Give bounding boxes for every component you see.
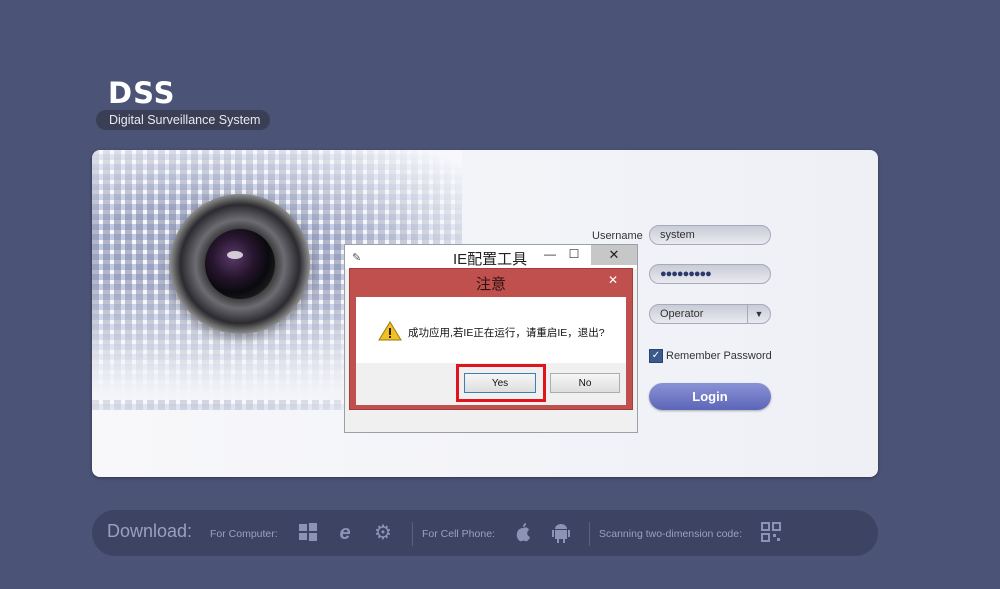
dialog-title: 注意	[475, 276, 506, 293]
subtitle: Digital Surveillance System	[96, 110, 271, 130]
password-input[interactable]: ●●●●●●●●●	[649, 264, 771, 284]
username-label: Username	[592, 230, 643, 242]
role-select[interactable]: Operator ▼	[649, 304, 771, 324]
for-cell-phone-label: For Cell Phone:	[422, 528, 495, 540]
highlight-box	[456, 364, 546, 402]
apple-icon[interactable]	[512, 522, 534, 544]
chevron-down-icon[interactable]: ▼	[747, 305, 770, 323]
role-select-value: Operator	[660, 308, 704, 320]
scan-code-label: Scanning two-dimension code:	[599, 528, 743, 540]
warning-icon	[378, 321, 402, 341]
no-button[interactable]: No	[550, 373, 620, 393]
dialog-message: 成功应用,若IE正在运行，请重启IE，退出?	[408, 327, 605, 339]
maximize-button[interactable]: ☐	[563, 247, 585, 261]
download-title: Download:	[107, 521, 193, 541]
window-close-button[interactable]: ✕	[591, 245, 637, 265]
login-button[interactable]: Login	[649, 383, 771, 410]
remember-password-label: Remember Password	[666, 350, 772, 362]
remember-password-checkbox[interactable]: ✓	[649, 349, 663, 363]
windows-icon[interactable]	[297, 522, 319, 544]
lens-glint	[227, 251, 243, 259]
ie-icon[interactable]: e	[334, 522, 356, 544]
android-icon[interactable]	[550, 522, 572, 544]
divider	[412, 522, 413, 546]
gear-icon[interactable]: ⚙	[372, 522, 394, 544]
ie-config-title: IE配置工具	[453, 251, 528, 268]
logo: DSS	[108, 76, 176, 110]
dialog-close-button[interactable]: ✕	[608, 273, 618, 287]
for-computer-label: For Computer:	[210, 528, 278, 540]
divider	[589, 522, 590, 546]
ie-config-titlebar: ✎ IE配置工具 — ☐ ✕	[345, 245, 637, 269]
lens-center	[205, 229, 275, 299]
tool-icon: ✎	[352, 252, 362, 264]
download-bar: Download: For Computer: e ⚙ For Cell Pho…	[92, 510, 878, 556]
username-input[interactable]: system	[649, 225, 771, 245]
minimize-button[interactable]: —	[539, 247, 561, 261]
qr-code-icon[interactable]	[760, 522, 782, 544]
camera-lens-graphic	[170, 194, 310, 334]
